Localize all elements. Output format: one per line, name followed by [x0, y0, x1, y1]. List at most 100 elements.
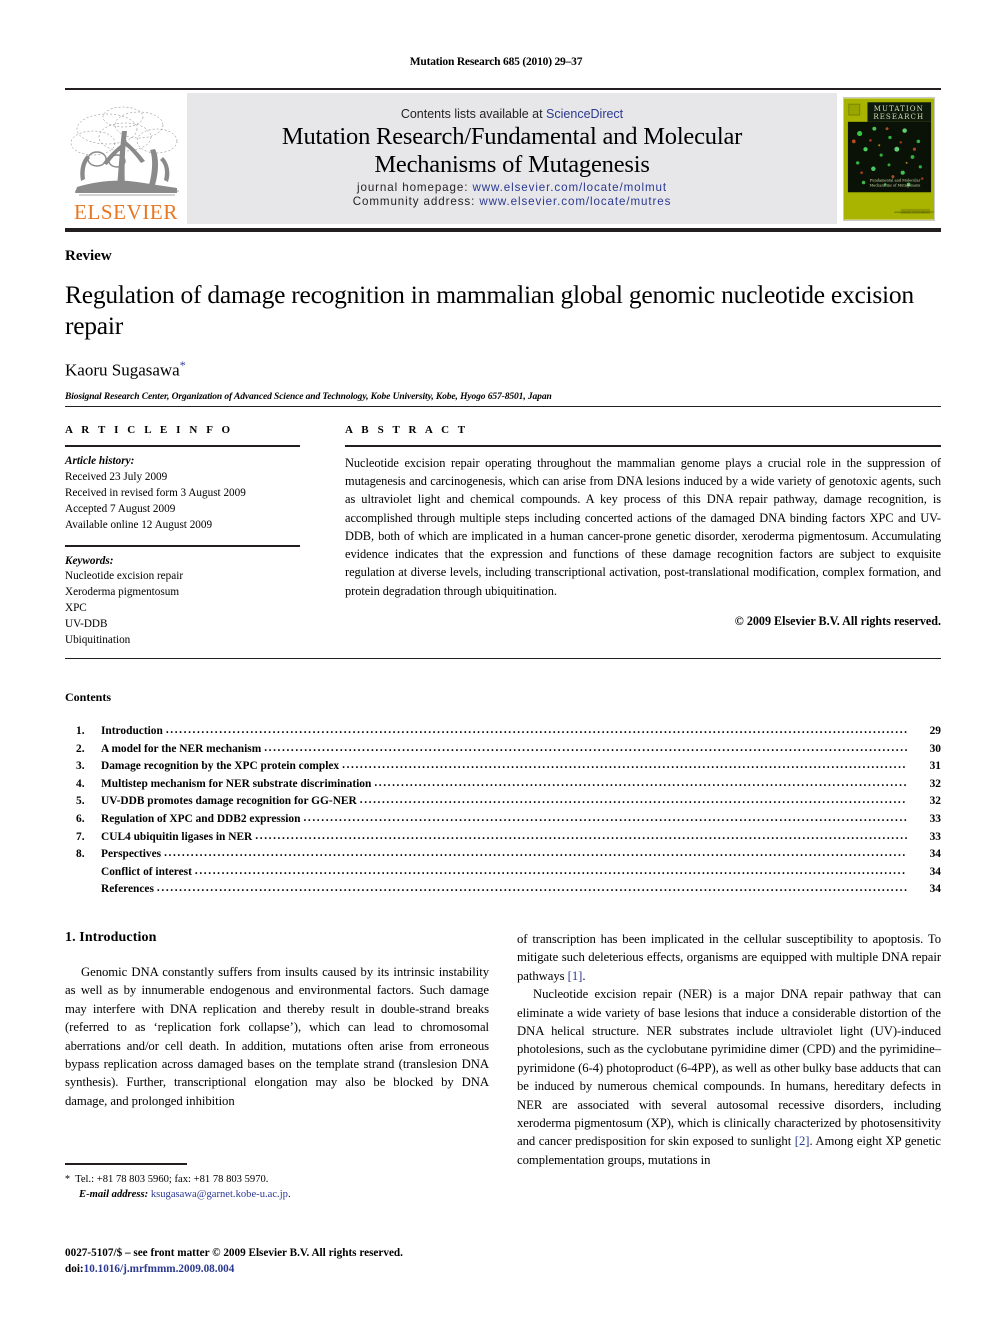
title-block: Review Regulation of damage recognition … — [65, 248, 941, 402]
journal-masthead: ELSEVIER Contents lists available at Sci… — [65, 88, 941, 224]
toc-entry[interactable]: 6. Regulation of XPC and DDB2 expression… — [65, 812, 941, 832]
keyword-item: XPC — [65, 602, 87, 615]
article-history-label: Article history: — [65, 455, 135, 467]
toc-entry-number: 8. — [76, 848, 85, 861]
section-heading-introduction: 1. Introduction — [65, 930, 157, 945]
citation-ref-1[interactable]: [1] — [568, 969, 583, 983]
svg-text:Fundamental and Molecular: Fundamental and Molecular — [870, 178, 921, 182]
info-section-top-rule — [65, 406, 941, 407]
abstract-heading: A B S T R A C T — [345, 424, 469, 436]
table-of-contents: 1. Introduction ........................… — [65, 725, 941, 902]
masthead-bottom-rule — [65, 228, 941, 232]
toc-entry[interactable]: 3. Damage recognition by the XPC protein… — [65, 760, 941, 779]
history-item: Received in revised form 3 August 2009 — [65, 486, 246, 499]
toc-entry-label: A model for the NER mechanism — [101, 742, 262, 755]
footnote-email-link[interactable]: ksugasawa@garnet.kobe-u.ac.jp — [151, 1189, 288, 1200]
toc-leader-dots: ........................................… — [342, 760, 907, 772]
toc-leader-dots: ........................................… — [194, 865, 907, 877]
body-paragraph: Genomic DNA constantly suffers from insu… — [65, 965, 489, 1108]
toc-entry-page: 32 — [929, 777, 941, 790]
journal-band: Contents lists available at ScienceDirec… — [187, 93, 837, 224]
footnote-contact-text: Tel.: +81 78 803 5960; fax: +81 78 803 5… — [75, 1174, 269, 1185]
page-title: Regulation of damage recognition in mamm… — [65, 280, 914, 341]
toc-entry-page: 34 — [929, 848, 941, 861]
toc-entry-page: 31 — [929, 760, 941, 773]
svg-text:www.elsevier.com/locate/molmut: www.elsevier.com/locate/molmut — [894, 209, 935, 213]
toc-entry-page: 32 — [929, 795, 941, 808]
footnote-contact-line: * Tel.: +81 78 803 5960; fax: +81 78 803… — [65, 1172, 489, 1187]
contents-available-line: Contents lists available at ScienceDirec… — [401, 107, 623, 121]
article-history-group: Article history: Received 23 July 2009 R… — [65, 454, 300, 534]
corresponding-author-marker: * — [179, 358, 186, 373]
community-address-url[interactable]: www.elsevier.com/locate/mutres — [479, 195, 671, 208]
author-affiliation: Biosignal Research Center, Organization … — [65, 391, 552, 402]
journal-title: Mutation Research/Fundamental and Molecu… — [282, 123, 742, 178]
toc-entry-number: 7. — [76, 830, 85, 843]
toc-entry[interactable]: 2. A model for the NER mechanism .......… — [65, 742, 941, 762]
toc-leader-dots: ........................................… — [359, 795, 907, 807]
journal-homepage-line: journal homepage: www.elsevier.com/locat… — [357, 181, 667, 194]
abstract-text: Nucleotide excision repair operating thr… — [345, 456, 941, 598]
footnote-rule — [65, 1163, 187, 1165]
toc-entry[interactable]: 1. Introduction ........................… — [65, 725, 941, 744]
toc-entry-label: UV-DDB promotes damage recognition for G… — [101, 795, 357, 808]
journal-cover-image: MUTATION RESEARCH Fundamental and Molecu… — [843, 96, 935, 221]
doi-line: doi:10.1016/j.mrfmmm.2009.08.004 — [65, 1261, 565, 1277]
author-list: Kaoru Sugasawa* — [65, 358, 941, 381]
footnote-email-line: E-mail address: ksugasawa@garnet.kobe-u.… — [65, 1187, 489, 1202]
body-column-right: of transcription has been implicated in … — [517, 930, 941, 1169]
toc-entry-page: 34 — [929, 883, 941, 896]
toc-leader-dots: ........................................… — [255, 830, 907, 842]
history-item: Received 23 July 2009 — [65, 470, 168, 483]
elsevier-tree-logo-icon — [70, 106, 179, 196]
keyword-item: UV-DDB — [65, 618, 108, 631]
contents-heading: Contents — [65, 690, 112, 704]
toc-entry-number: 5. — [76, 795, 85, 808]
footnote-email-label: E-mail address: — [79, 1189, 149, 1201]
toc-entry-page: 29 — [929, 725, 941, 737]
toc-entry-number: 6. — [76, 812, 85, 825]
toc-entry[interactable]: References .............................… — [65, 883, 941, 902]
journal-homepage-url[interactable]: www.elsevier.com/locate/molmut — [472, 181, 667, 194]
toc-leader-dots: ........................................… — [264, 742, 907, 754]
toc-entry[interactable]: 7. CUL4 ubiquitin ligases in NER .......… — [65, 830, 941, 850]
article-info-heading: A R T I C L E I N F O — [65, 424, 234, 436]
svg-text:Mechanisms of Mutagenesis: Mechanisms of Mutagenesis — [870, 183, 921, 187]
keywords-group: Keywords: Nucleotide excision repair Xer… — [65, 554, 300, 649]
toc-entry-number: 3. — [76, 760, 85, 773]
abstract-copyright: © 2009 Elsevier B.V. All rights reserved… — [734, 613, 941, 628]
toc-entry-label: Regulation of XPC and DDB2 expression — [101, 812, 301, 825]
svg-text:RESEARCH: RESEARCH — [873, 111, 924, 120]
keywords-divider-rule — [65, 544, 300, 547]
community-address-label: Community address: — [352, 194, 476, 208]
toc-entry-page: 33 — [929, 812, 941, 825]
journal-title-line2: Mechanisms of Mutagenesis — [374, 150, 650, 178]
body-paragraph: Nucleotide excision repair (NER) is a ma… — [517, 985, 941, 1169]
footnote-marker: * — [65, 1174, 70, 1185]
toc-entry-label: Multistep mechanism for NER substrate di… — [101, 777, 372, 790]
journal-title-line1: Mutation Research/Fundamental and Molecu… — [281, 123, 743, 151]
toc-entry[interactable]: 8. Perspectives ........................… — [65, 848, 941, 867]
doi-link[interactable]: 10.1016/j.mrfmmm.2009.08.004 — [84, 1263, 235, 1275]
article-info-heading-rule — [65, 445, 300, 447]
toc-entry-page: 34 — [929, 865, 941, 878]
journal-cover-thumbnail: MUTATION RESEARCH Fundamental and Molecu… — [837, 93, 941, 224]
toc-entry-label: CUL4 ubiquitin ligases in NER — [101, 830, 253, 843]
footnote-email-tail: . — [287, 1189, 291, 1201]
toc-entry[interactable]: 4. Multistep mechanism for NER substrate… — [65, 777, 941, 797]
body-text-run: . — [582, 968, 586, 983]
community-address-line: Community address: www.elsevier.com/loca… — [353, 195, 672, 208]
elsevier-wordmark: ELSEVIER — [74, 200, 178, 224]
author-name: Kaoru Sugasawa — [65, 360, 180, 380]
toc-entry-label: Introduction — [101, 725, 163, 737]
toc-leader-dots: ........................................… — [374, 777, 907, 789]
toc-leader-dots: ........................................… — [164, 848, 907, 860]
info-section-bottom-rule — [65, 658, 941, 659]
citation-ref-2[interactable]: [2] — [795, 1134, 810, 1148]
toc-entry[interactable]: Conflict of interest ...................… — [65, 865, 941, 885]
running-head: Mutation Research 685 (2010) 29–37 — [409, 56, 583, 68]
toc-entry-number: 1. — [76, 725, 85, 737]
sciencedirect-link[interactable]: ScienceDirect — [546, 107, 623, 121]
toc-entry-number: 4. — [76, 777, 85, 790]
toc-entry[interactable]: 5. UV-DDB promotes damage recognition fo… — [65, 795, 941, 814]
